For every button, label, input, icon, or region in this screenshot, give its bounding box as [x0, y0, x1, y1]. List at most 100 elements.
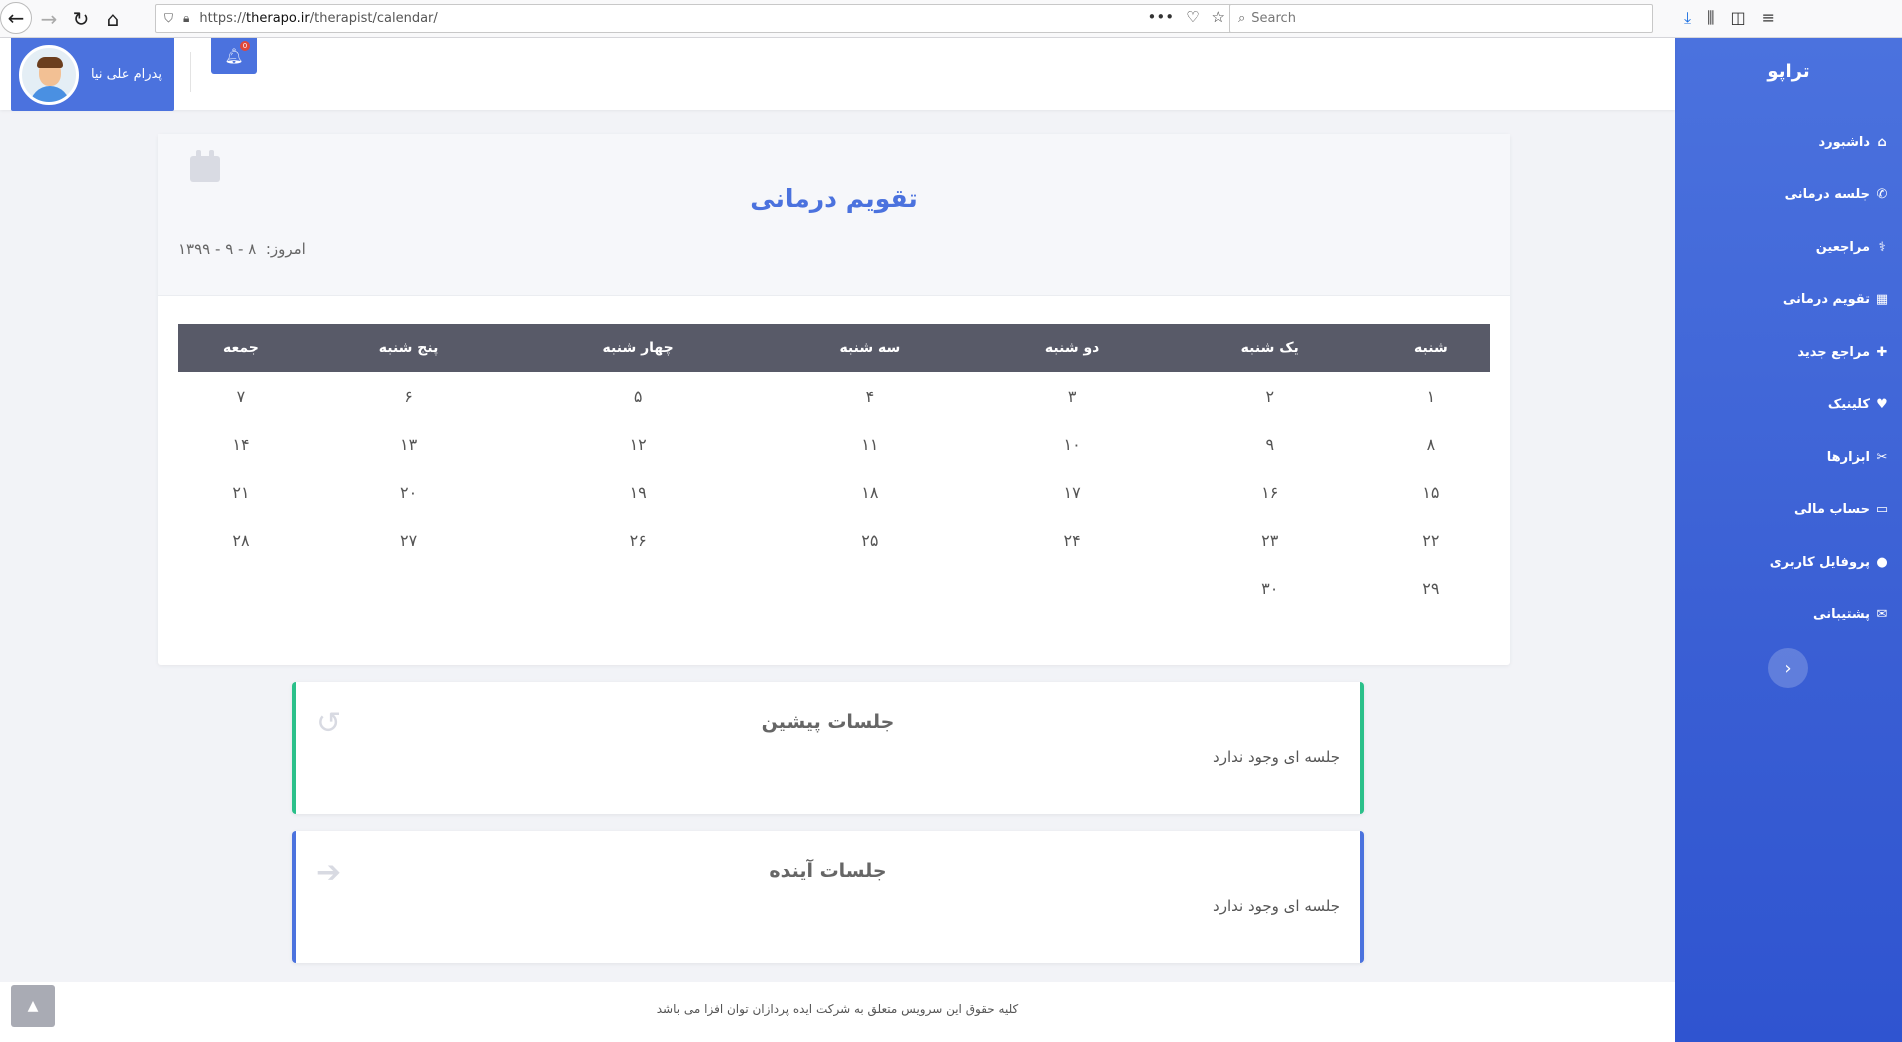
calendar-day[interactable]: ۱۸: [763, 468, 976, 516]
future-sessions-empty-text: جلسه ای وجود ندارد: [1213, 897, 1340, 915]
future-sessions-card: ➔ جلسات آینده جلسه ای وجود ندارد: [292, 831, 1364, 963]
sidebar: تراپو ⌂ داشبورد ✆ جلسه درمانی ⚕ مراجعین ▦ تق…: [1675, 38, 1902, 1042]
calendar-day[interactable]: ۲۴: [977, 516, 1168, 564]
sidebar-item-label: ابزارها: [1826, 449, 1870, 465]
calendar-day[interactable]: ۸: [1372, 420, 1490, 468]
notifications-button[interactable]: 🔔︎ 0: [211, 38, 257, 74]
future-sessions-title: جلسات آینده: [769, 860, 887, 882]
calendar-day[interactable]: ۲۷: [304, 516, 513, 564]
reload-icon[interactable]: ↻: [66, 4, 96, 34]
calendar-day[interactable]: ۲۹: [1372, 564, 1490, 612]
lock-icon[interactable]: 🔒︎: [183, 11, 189, 26]
past-sessions-card: ↺ جلسات پیشین جلسه ای وجود ندارد: [292, 682, 1364, 814]
calendar-day[interactable]: ۲: [1168, 372, 1372, 420]
sidebar-item-label: حساب مالی: [1793, 502, 1870, 518]
calendar-day[interactable]: ۲۰: [304, 468, 513, 516]
sidebar-item-new-client[interactable]: ✚ مراجع جدید: [1675, 326, 1902, 379]
sidebar-collapse-button[interactable]: ‹: [1768, 648, 1808, 688]
past-sessions-empty-text: جلسه ای وجود ندارد: [1213, 748, 1340, 766]
calendar-day[interactable]: ۴: [763, 372, 976, 420]
user-menu[interactable]: پدرام علی نیا: [11, 38, 174, 111]
calendar-day[interactable]: ۲۱: [178, 468, 304, 516]
user-name: پدرام علی نیا: [90, 67, 162, 82]
chevron-up-icon: ▲: [27, 998, 39, 1014]
page-title: تقویم درمانی: [750, 184, 918, 213]
url-text[interactable]: https://therapo.ir/therapist/calendar/: [199, 11, 437, 26]
forward-arrow-icon[interactable]: →: [34, 4, 64, 34]
calendar-day[interactable]: ۲۵: [763, 516, 976, 564]
brand-logo-text[interactable]: تراپو: [1675, 61, 1902, 91]
footer: کلیه حقوق این سرویس متعلق به شرکت ایده پ…: [0, 982, 1675, 1042]
calendar-day[interactable]: ۱۰: [977, 420, 1168, 468]
search-placeholder: Search: [1251, 11, 1296, 26]
menu-icon[interactable]: ≡: [1762, 8, 1775, 28]
sidebar-item-clinic[interactable]: ♥ کلینیک: [1675, 379, 1902, 432]
weekday-header-row: شنبه یک شنبه دو شنبه سه شنبه چهار شنبه پ…: [178, 324, 1490, 372]
calendar-day: [513, 564, 763, 612]
sidebar-item-finance[interactable]: ▭ حساب مالی: [1675, 484, 1902, 537]
page-actions-icon[interactable]: •••: [1148, 8, 1175, 26]
calendar-day[interactable]: ۱۵: [1372, 468, 1490, 516]
sidebar-toggle-icon[interactable]: ◫: [1730, 8, 1745, 28]
calendar-day[interactable]: ۲۲: [1372, 516, 1490, 564]
calendar-week-row: ۱ ۲ ۳ ۴ ۵ ۶ ۷: [178, 372, 1490, 420]
calendar-day[interactable]: ۱۲: [513, 420, 763, 468]
calendar-week-row: ۱۵ ۱۶ ۱۷ ۱۸ ۱۹ ۲۰ ۲۱: [178, 468, 1490, 516]
avatar: [18, 44, 79, 105]
shield-icon[interactable]: ⛉: [164, 11, 173, 26]
calendar-day[interactable]: ۵: [513, 372, 763, 420]
sidebar-menu: ⌂ داشبورد ✆ جلسه درمانی ⚕ مراجعین ▦ تقویم در…: [1675, 116, 1902, 641]
chevron-left-icon: ‹: [1784, 657, 1792, 679]
weekday-header: یک شنبه: [1167, 324, 1372, 372]
calendar-day[interactable]: ۱۶: [1168, 468, 1372, 516]
calendar-day[interactable]: ۲۳: [1168, 516, 1372, 564]
sidebar-item-label: تقویم درمانی: [1782, 292, 1870, 308]
calendar-day[interactable]: ۲۶: [513, 516, 763, 564]
library-icon[interactable]: ⫼: [1707, 8, 1714, 28]
calendar-header: تقویم درمانی امروز: ۸ - ۹ - ۱۳۹۹: [158, 134, 1510, 296]
sidebar-item-therapy-session[interactable]: ✆ جلسه درمانی: [1675, 169, 1902, 222]
calendar-table: شنبه یک شنبه دو شنبه سه شنبه چهار شنبه پ…: [178, 324, 1490, 612]
weekday-header: چهار شنبه: [513, 324, 764, 372]
weekday-header: شنبه: [1371, 324, 1490, 372]
calendar-day[interactable]: ۲۸: [178, 516, 304, 564]
bookmark-star-icon[interactable]: ☆: [1212, 8, 1225, 26]
weekday-header: پنج شنبه: [303, 324, 514, 372]
calendar-day[interactable]: ۱۷: [977, 468, 1168, 516]
calendar-day[interactable]: ۱۳: [304, 420, 513, 468]
sidebar-item-label: داشبورد: [1818, 134, 1870, 150]
calendar-day[interactable]: ۱۹: [513, 468, 763, 516]
stethoscope-icon: ⚕: [1878, 239, 1886, 255]
scroll-to-top-button[interactable]: ▲: [11, 985, 55, 1027]
sidebar-item-calendar[interactable]: ▦ تقویم درمانی: [1675, 274, 1902, 327]
copyright-text: کلیه حقوق این سرویس متعلق به شرکت ایده پ…: [656, 1002, 1019, 1016]
calendar-day[interactable]: ۹: [1168, 420, 1372, 468]
address-bar[interactable]: ⛉ 🔒︎ https://therapo.ir/therapist/calend…: [155, 4, 1232, 33]
sidebar-item-clients[interactable]: ⚕ مراجعین: [1675, 221, 1902, 274]
sidebar-item-label: پشتیبانی: [1813, 607, 1870, 623]
weekday-header: جمعه: [178, 324, 304, 372]
browser-search-input[interactable]: ⌕ Search: [1229, 4, 1653, 33]
today-label: امروز:: [265, 240, 306, 258]
sidebar-item-label: پروفایل کاربری: [1769, 554, 1870, 570]
pocket-icon[interactable]: ♡: [1186, 8, 1199, 26]
chat-icon: ✉: [1876, 607, 1888, 623]
sidebar-item-support[interactable]: ✉ پشتیبانی: [1675, 589, 1902, 642]
home-icon[interactable]: ⌂: [98, 4, 128, 34]
calendar-day[interactable]: ۱۴: [178, 420, 304, 468]
calendar-day: [977, 564, 1168, 612]
sidebar-item-profile[interactable]: ● پروفایل کاربری: [1675, 536, 1902, 589]
home-icon: ⌂: [1877, 134, 1887, 150]
sidebar-item-dashboard[interactable]: ⌂ داشبورد: [1675, 116, 1902, 169]
calendar-day[interactable]: ۶: [304, 372, 513, 420]
calendar-day[interactable]: ۳: [977, 372, 1168, 420]
download-icon[interactable]: ⤓: [1684, 8, 1691, 28]
calendar-day[interactable]: ۱: [1372, 372, 1490, 420]
calendar-day[interactable]: ۷: [178, 372, 304, 420]
credit-card-icon: ▭: [1875, 502, 1889, 518]
calendar-day[interactable]: ۱۱: [763, 420, 976, 468]
back-arrow-icon[interactable]: ←: [0, 2, 32, 34]
calendar-day[interactable]: ۳۰: [1168, 564, 1372, 612]
notification-badge: 0: [240, 41, 250, 51]
sidebar-item-tools[interactable]: ✂ ابزارها: [1675, 431, 1902, 484]
